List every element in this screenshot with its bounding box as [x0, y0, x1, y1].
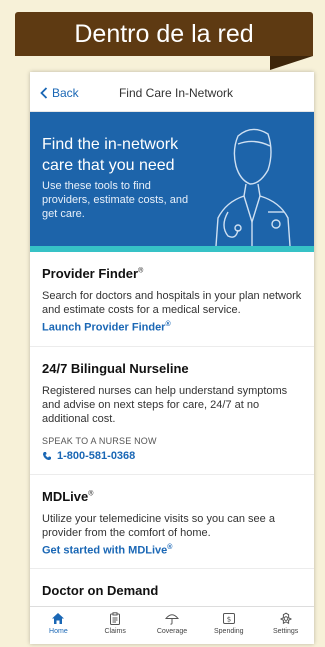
section-title-text: Provider Finder	[42, 266, 139, 281]
tab-coverage[interactable]: Coverage	[144, 607, 201, 644]
doctor-illustration-icon	[215, 128, 291, 246]
clipboard-icon	[110, 612, 121, 625]
hero-heading: Find the in-network care that you need	[42, 136, 179, 174]
get-started-mdlive-link[interactable]: Get started with MDLive®	[42, 544, 302, 557]
section-description: Utilize your telemedicine visits so you …	[42, 512, 275, 539]
mdlive-section: MDLive® Utilize your telemedicine visits…	[30, 475, 314, 570]
section-title: MDLive®	[42, 489, 302, 504]
hero-banner: Find the in-network care that you need U…	[30, 112, 314, 246]
link-label: Launch Provider Finder	[42, 321, 166, 334]
phone-icon	[42, 451, 51, 460]
nav-bar: Back Find Care In-Network	[30, 72, 314, 112]
tab-claims[interactable]: Claims	[87, 607, 144, 644]
dollar-icon: $	[222, 613, 235, 624]
registered-mark: ®	[165, 321, 171, 328]
tab-label: Claims	[104, 628, 126, 635]
registered-mark: ®	[167, 543, 173, 551]
tab-label: Coverage	[156, 628, 188, 635]
section-description: Registered nurses can help understand sy…	[42, 384, 288, 425]
page-title: Find Care In-Network	[118, 86, 234, 100]
tab-label: Spending	[213, 628, 244, 635]
gear-icon	[279, 612, 292, 625]
home-icon	[52, 613, 65, 624]
tab-spending[interactable]: $ Spending	[200, 607, 257, 644]
launch-provider-finder-link[interactable]: Launch Provider Finder®	[42, 321, 302, 334]
registered-mark: ®	[88, 490, 94, 498]
banner-ribbon-fold	[270, 56, 313, 70]
svg-text:$: $	[227, 615, 231, 623]
phone-screen: Back Find Care In-Network Find the in-ne…	[30, 72, 314, 644]
section-title: Provider Finder®	[42, 266, 302, 281]
section-description: Search for doctors and hospitals in your…	[42, 290, 302, 316]
registered-mark: ®	[138, 267, 144, 275]
speak-to-nurse-label: SPEAK TO A NURSE NOW	[42, 435, 157, 446]
section-title-text: MDLive	[42, 488, 89, 504]
umbrella-icon	[164, 614, 179, 625]
page-banner: Dentro de la red	[15, 12, 313, 56]
tab-label: Home	[49, 628, 68, 635]
tab-settings[interactable]: Settings	[257, 607, 314, 644]
section-title: 24/7 Bilingual Nurseline	[42, 360, 189, 376]
bottom-tab-bar: Home Claims Coverage $ Spending Settings	[30, 606, 314, 644]
phone-number: 1-800-581-0368	[57, 449, 136, 462]
hero-description: Use these tools to find providers, estim…	[42, 180, 189, 220]
section-title: Doctor on Demand	[42, 583, 159, 599]
nurseline-section: 24/7 Bilingual Nurseline Registered nurs…	[30, 347, 314, 475]
tab-label: Settings	[272, 628, 299, 635]
link-label: Get started with MDLive	[42, 544, 168, 557]
provider-finder-section: Provider Finder® Search for doctors and …	[30, 252, 314, 347]
nurseline-phone-link[interactable]: 1-800-581-0368	[42, 450, 302, 462]
tab-home[interactable]: Home	[30, 607, 87, 644]
